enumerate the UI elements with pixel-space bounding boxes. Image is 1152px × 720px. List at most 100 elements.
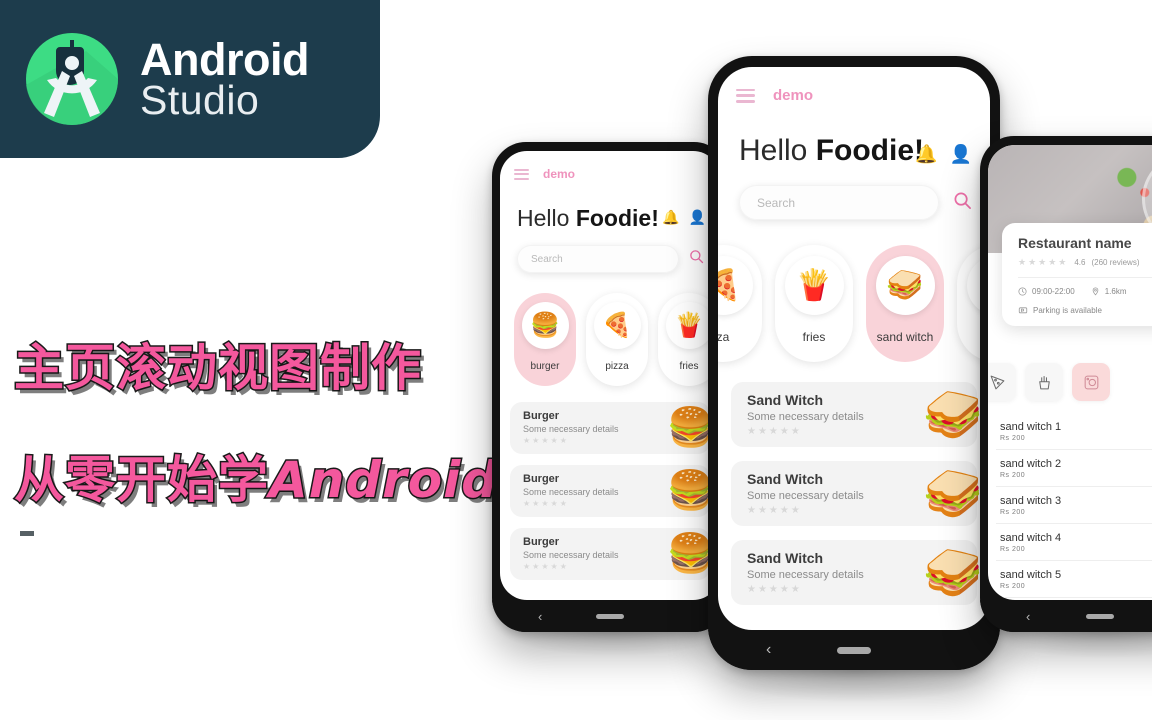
search-placeholder: Search bbox=[531, 253, 563, 265]
person-icon[interactable]: 👤 bbox=[689, 209, 706, 226]
phone-3-category-row[interactable] bbox=[988, 363, 1110, 401]
parking-text: Parking is available bbox=[1033, 305, 1102, 315]
android-studio-banner: Android Studio bbox=[0, 0, 380, 158]
back-chevron-icon[interactable]: ‹ bbox=[1026, 609, 1030, 624]
search-input[interactable]: Search bbox=[517, 245, 679, 273]
category-icon-fries[interactable] bbox=[1025, 363, 1063, 401]
burger-thumbnail-icon: 🍔 bbox=[666, 470, 714, 512]
background-dash-mark bbox=[20, 531, 34, 536]
menu-item-price: Rs 200 bbox=[1000, 435, 1026, 442]
phone-mockup-2: demo 🔔 👤 Hello Foodie! Search 🍕 za 🍟 fri… bbox=[708, 56, 1000, 670]
greeting-strong: Foodie! bbox=[815, 134, 925, 167]
phone-2-food-list: Sand Witch Some necessary details ★★★★★ … bbox=[731, 382, 983, 605]
overlay-text-cn1: 主页滚动视图制作 bbox=[13, 338, 423, 399]
phone-1-navbar: ‹ bbox=[492, 600, 728, 632]
fries-icon: 🍟 bbox=[784, 256, 844, 315]
phone-mockup-3: Restaurant name ★★★★★ 4.6 (260 reviews) … bbox=[980, 136, 1152, 632]
restaurant-rating-row: ★★★★★ 4.6 (260 reviews) bbox=[1018, 257, 1152, 268]
home-pill-icon[interactable] bbox=[1086, 613, 1114, 619]
clock-icon bbox=[1018, 287, 1027, 296]
back-chevron-icon[interactable]: ‹ bbox=[766, 641, 771, 659]
list-item[interactable]: Burger Some necessary details ★★★★★ 🍔 bbox=[510, 465, 714, 517]
category-label: sand witch bbox=[876, 330, 934, 344]
app-brand-label: demo bbox=[543, 167, 576, 181]
greeting-prefix: Hello bbox=[517, 205, 576, 231]
phone-2-search-row: Search bbox=[739, 185, 990, 220]
menu-row[interactable]: sand witch 1 Rs 200 bbox=[996, 413, 1152, 450]
menu-item-price: Rs 200 bbox=[1000, 546, 1026, 553]
banner-line-studio: Studio bbox=[140, 76, 260, 123]
distance: 1.6km bbox=[1091, 287, 1127, 296]
restaurant-info-card: Restaurant name ★★★★★ 4.6 (260 reviews) … bbox=[1002, 223, 1152, 326]
home-pill-icon[interactable] bbox=[596, 613, 624, 619]
menu-item-price: Rs 200 bbox=[1000, 583, 1026, 590]
parking-info: Parking is available bbox=[1018, 305, 1152, 315]
category-icon-pizza[interactable] bbox=[988, 363, 1016, 401]
pizza-icon: 🍕 bbox=[718, 256, 753, 315]
fries-icon: 🍟 bbox=[665, 302, 713, 349]
category-label: fries bbox=[802, 330, 826, 344]
banner-line-android: Android bbox=[140, 33, 309, 85]
phone-2-appbar: demo bbox=[718, 67, 990, 104]
category-label: pizza bbox=[605, 361, 629, 372]
menu-item-name: sand witch 4 bbox=[1000, 532, 1062, 544]
list-item[interactable]: Sand Witch Some necessary details ★★★★★ … bbox=[731, 461, 983, 526]
search-input[interactable]: Search bbox=[739, 185, 939, 220]
menu-row[interactable]: sand witch 5 Rs 200 bbox=[996, 561, 1152, 598]
search-icon[interactable] bbox=[953, 191, 972, 215]
menu-row[interactable]: sand witch 3 Rs 200 bbox=[996, 487, 1152, 524]
menu-item-price: Rs 200 bbox=[1000, 472, 1026, 479]
category-chip-burger[interactable]: 🍔 burger bbox=[514, 293, 576, 386]
bell-icon[interactable]: 🔔 bbox=[915, 144, 937, 165]
home-pill-icon[interactable] bbox=[837, 646, 871, 654]
hours-text: 09:00-22:00 bbox=[1032, 287, 1075, 296]
greeting-strong: Foodie! bbox=[575, 205, 659, 231]
list-item[interactable]: Burger Some necessary details ★★★★★ 🍔 bbox=[510, 528, 714, 580]
bell-icon[interactable]: 🔔 bbox=[662, 209, 679, 226]
menu-item-price: Rs 200 bbox=[1000, 509, 1026, 516]
parking-icon bbox=[1018, 307, 1028, 314]
burger-thumbnail-icon: 🍔 bbox=[666, 533, 714, 575]
hamburger-icon[interactable] bbox=[514, 168, 529, 180]
sandwich-icon bbox=[1084, 375, 1098, 389]
category-chip-pizza[interactable]: 🍕 pizza bbox=[586, 293, 648, 386]
menu-row[interactable]: sand witch 2 Rs 200 bbox=[996, 450, 1152, 487]
list-item[interactable]: Burger Some necessary details ★★★★★ 🍔 bbox=[510, 402, 714, 454]
phone-2-top-icons: 🔔 👤 bbox=[915, 144, 972, 165]
divider bbox=[1018, 277, 1152, 278]
phone-2-navbar: ‹ bbox=[708, 630, 1000, 670]
hamburger-icon[interactable] bbox=[736, 88, 755, 103]
fries-icon bbox=[1038, 375, 1050, 389]
category-icon-sandwich[interactable] bbox=[1072, 363, 1110, 401]
pizza-icon: 🍕 bbox=[593, 302, 641, 349]
person-icon[interactable]: 👤 bbox=[950, 144, 972, 165]
back-chevron-icon[interactable]: ‹ bbox=[538, 609, 542, 624]
menu-row[interactable]: sand witch 4 Rs 200 bbox=[996, 524, 1152, 561]
phone-1-category-row[interactable]: 🍔 burger 🍕 pizza 🍟 fries 🥪 s bbox=[514, 293, 720, 386]
restaurant-meta-row: 09:00-22:00 1.6km bbox=[1018, 287, 1152, 296]
phone-2-screen: demo 🔔 👤 Hello Foodie! Search 🍕 za 🍟 fri… bbox=[718, 67, 990, 630]
rating-value: 4.6 bbox=[1074, 258, 1086, 267]
overlay-text-android: Android bbox=[267, 450, 499, 511]
category-label: za bbox=[718, 330, 730, 344]
greeting-prefix: Hello bbox=[739, 134, 816, 167]
restaurant-name: Restaurant name bbox=[1018, 235, 1132, 251]
android-studio-logo-icon bbox=[22, 29, 122, 129]
list-item[interactable]: Sand Witch Some necessary details ★★★★★ … bbox=[731, 540, 983, 605]
category-label: fries bbox=[679, 361, 699, 372]
burger-icon: 🍔 bbox=[521, 302, 569, 349]
menu-item-name: sand witch 2 bbox=[1000, 458, 1062, 470]
phone-mockup-1: demo 🔔 👤 Hello Foodie! Search 🍔 burger 🍕… bbox=[492, 142, 728, 632]
sandwich-thumbnail-icon: 🥪 bbox=[923, 468, 983, 521]
list-item[interactable]: Sand Witch Some necessary details ★★★★★ … bbox=[731, 382, 983, 447]
android-studio-wordmark: Android Studio bbox=[140, 33, 309, 123]
search-icon[interactable] bbox=[689, 249, 704, 269]
app-brand-label: demo bbox=[773, 87, 814, 104]
menu-item-name: sand witch 1 bbox=[1000, 421, 1062, 433]
category-chip-pizza[interactable]: 🍕 za bbox=[718, 245, 762, 362]
category-chip-sandwich[interactable]: 🥪 sand witch bbox=[866, 245, 944, 362]
phone-2-category-row[interactable]: 🍕 za 🍟 fries 🥪 sand witch 🍦 dess bbox=[718, 245, 990, 362]
category-chip-fries[interactable]: 🍟 fries bbox=[775, 245, 853, 362]
opening-hours: 09:00-22:00 bbox=[1018, 287, 1075, 296]
burger-thumbnail-icon: 🍔 bbox=[666, 407, 714, 449]
